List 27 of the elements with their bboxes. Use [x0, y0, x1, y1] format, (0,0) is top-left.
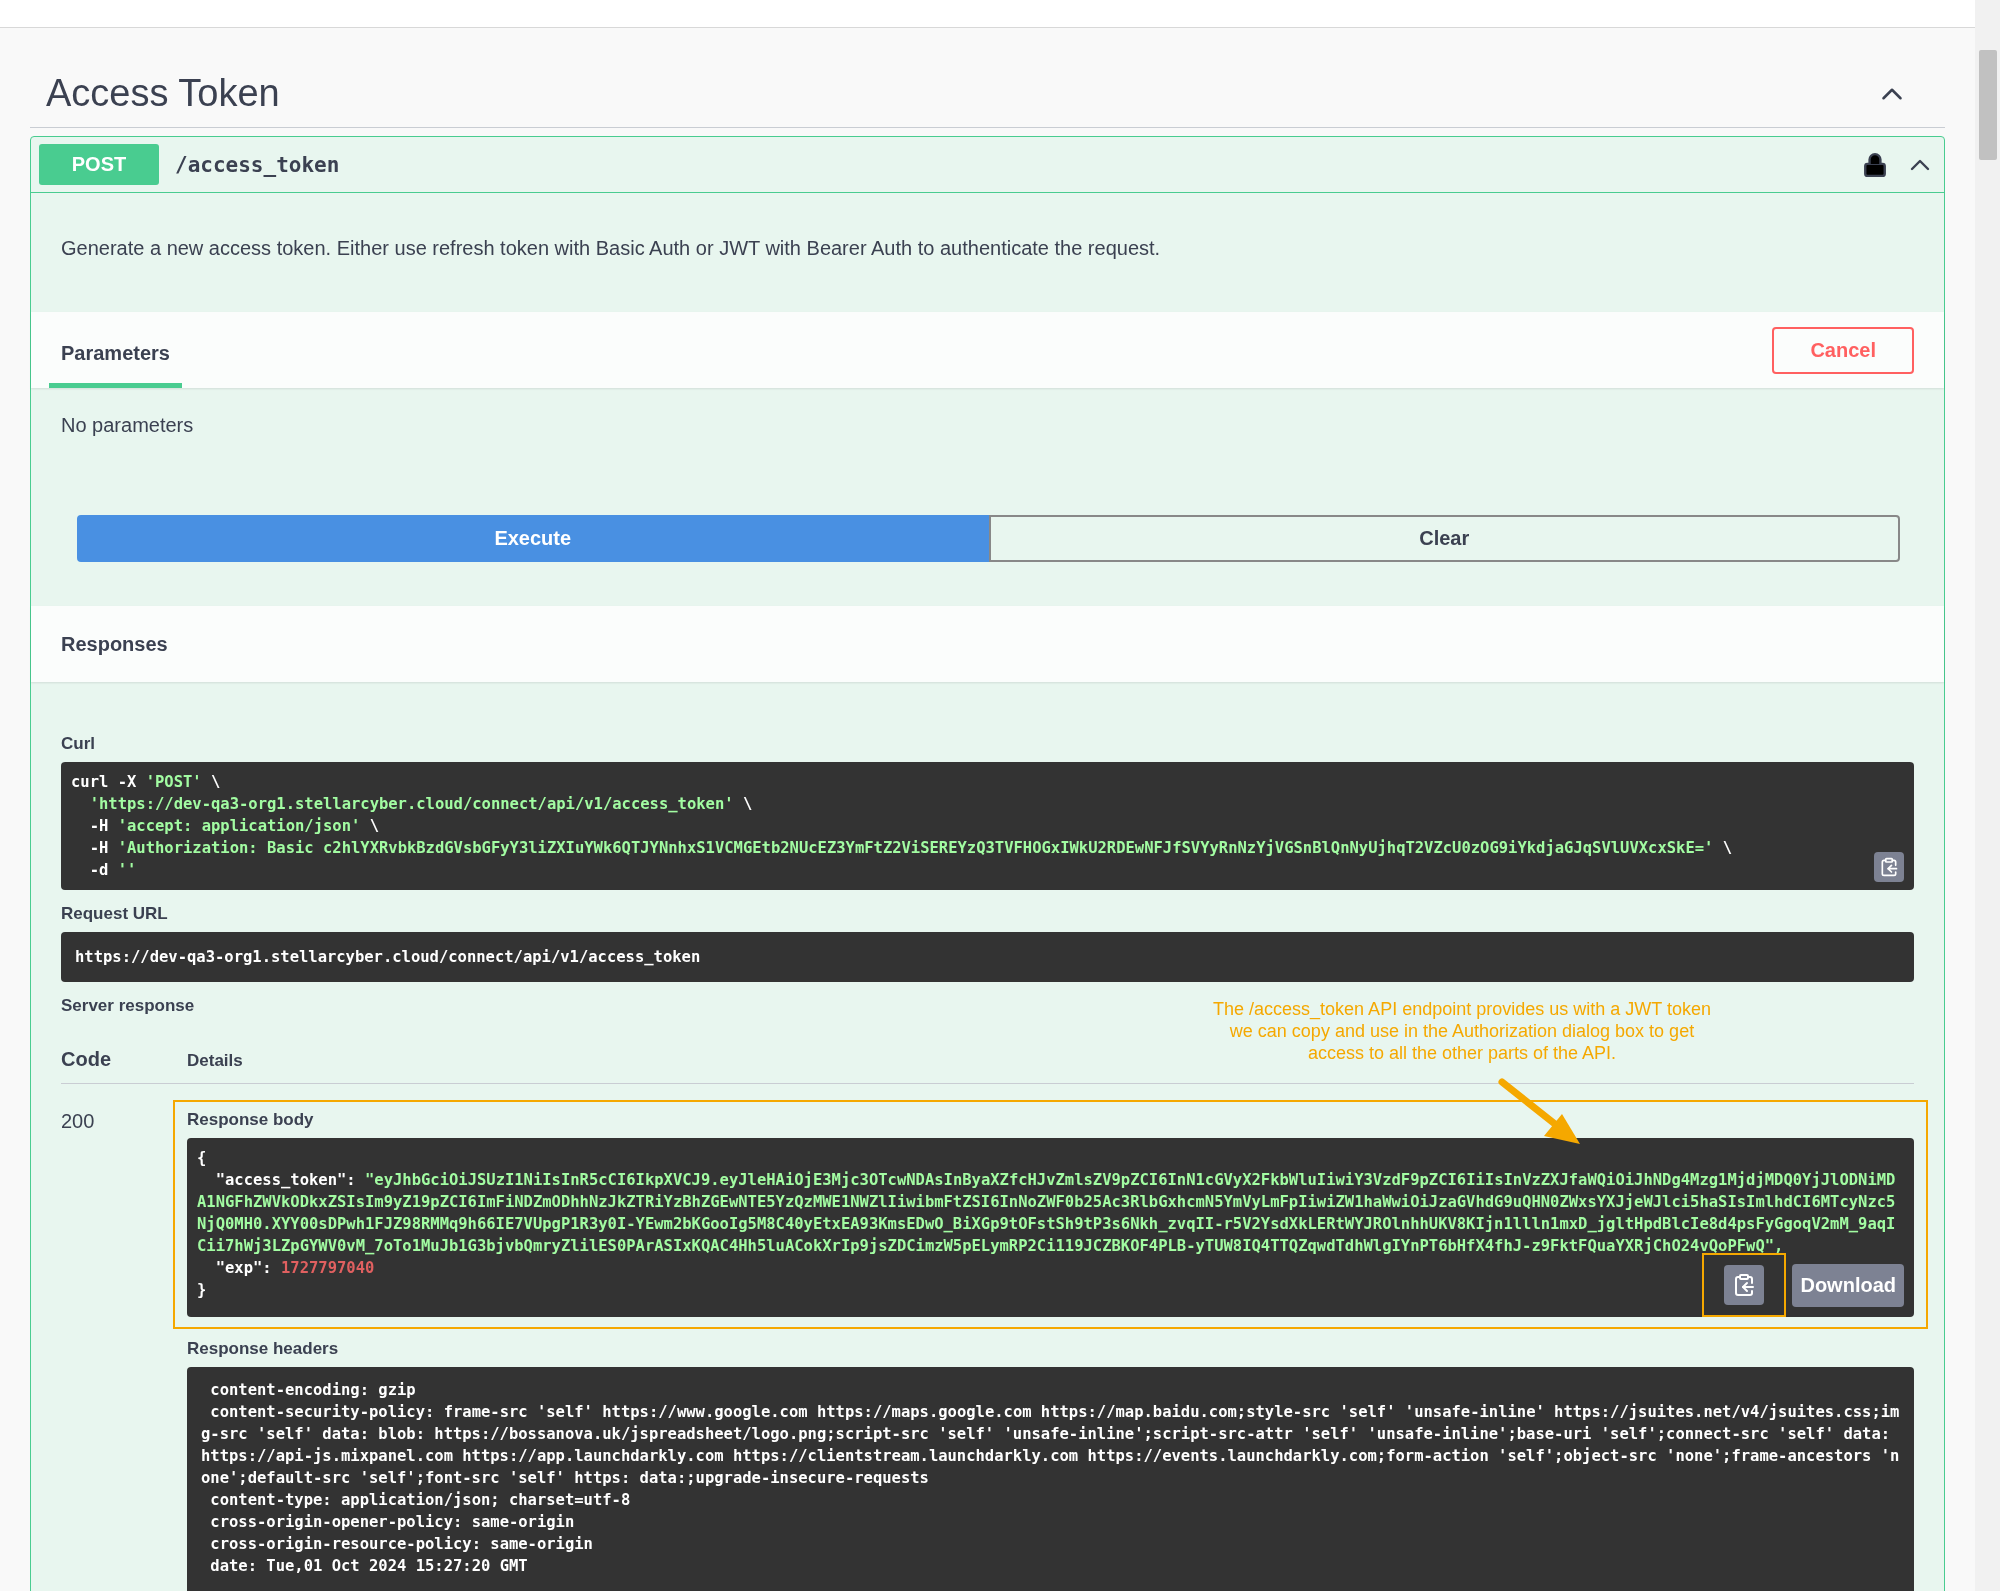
- parameters-tab[interactable]: Parameters: [49, 320, 182, 388]
- annotation-text: The /access_token API endpoint provides us with a JWT token we can copy and use in the Authorization dialog box to get access to all the other parts of the API.: [1212, 998, 1712, 1064]
- download-button[interactable]: Download: [1792, 1263, 1904, 1307]
- response-headers-label: Response headers: [187, 1338, 339, 1360]
- status-code: 200: [61, 1109, 96, 1134]
- scrollbar[interactable]: [1975, 0, 2000, 1591]
- clear-button[interactable]: Clear: [988, 515, 1900, 562]
- column-header: Details: [187, 1051, 243, 1071]
- request-url-label: Request URL: [61, 903, 168, 925]
- operation-description: Generate a new access token. Either use refresh token with Basic Auth or JWT with Bearer Auth to authenticate the request.: [60, 236, 1162, 261]
- method-badge: POST: [39, 144, 159, 185]
- section-title: Access Token: [46, 72, 280, 115]
- copy-button[interactable]: [1724, 1265, 1765, 1305]
- clipboard-icon: [1879, 857, 1899, 877]
- server-response-label: Server response: [61, 995, 195, 1017]
- curl-code-block: curl -X 'POST' \ 'https://dev-qa3-org1.stellarcyber.cloud/connect/api/v1/access_token' \ -H 'accept: application/json' \ -H 'Authorization: Basic c2hlYXRvbkBzdGVsbGFyY3liZXIuYWk6QTJYNnhxS1VCMGEtb2NUcEZ3YmFtZ2ViSEREYzQ3TVFHOGxIWkU2RDEwNFJfSVYyRnNzYjVGSnBlQnNyUjhqT2VZcU0zOG9iYkdjaGJqSVlUVXcxSkE=' \ -d '': [61, 762, 1914, 890]
- curl-label: Curl: [61, 733, 95, 755]
- request-url-block: https://dev-qa3-org1.stellarcyber.cloud/connect/api/v1/access_token: [61, 932, 1914, 982]
- response-body-block: { "access_token": "eyJhbGciOiJSUzI1NiIsInR5cCI6IkpXVCJ9.eyJleHAiOjE3Mjc3OTcwNDAsInByaXZfcHJvZmlsZV9pZCI6InN1cGVyX2FkbWluIiwiY3VzdF9pZCI6IiIsInVzZXJfaWQiOiJhNDg4Mzg1MjdjMDQ0YjJlODNiMDA1NGFhZWVkODkxZSIsIm9yZ19pZCI6ImFiNDZmODhhNzJkZTRiYzBhZGEwNTE5YzQzMWE1NWZlIiwibmFtZSI6InNoZWF0b25Ac3RlbGxhcmN5YmVyLmFpIiwiZW1haWwiOiJzaGVhdG9uQHN0ZWxsYXJjeWJlci5haSIsImlhdCI6MTcyNzc5NjQ0MH0.XYY00sDPwh1FJZ98RMMq9h66IE7VUpgP1R3y0I-YEwm2bKGooIg5M8C40yEtxEA93KmsEDwO_BiXGp9tOFstSh9tP3s6Nkh_zvqII-r5V2YsdXkLERtWYJROlnhhUKV8KIjn1llln1mxD_jgltHpdBlcIe8d4psFyGgoqV2mM_9aqICii7hWj3LZpGYWV0vM_7oTo1MuJb1G3bjvbQmryZlilES0PArASIxKQAC4Hh5luACokXrIp9jsZDCimzW5pELymRP2Ci119JCZBKOF4PLB-yTUW8IQ4TTQZqwdTdhWlgIYnPT6bHfX4fhJ-z9FktFQuaYXRjChO24vQoPFwQ", "exp": 1727797040 } Download: [187, 1138, 1914, 1317]
- response-headers-block: content-encoding: gzip content-security-policy: frame-src 'self' https://www.google.com https://maps.google.com https://map.baidu.com;style-src 'self' 'unsafe-inline' https://jsuites.net/v4/jsuites.css;img-src 'self' data: blob: https://bossanova.uk/jspreadsheet/logo.png;script-src 'self' 'unsafe-inline';script-src-attr 'self' 'unsafe-inline';base-uri 'self';connect-src 'self' data: https://api-js.mixpanel.com https://app.launchdarkly.com https://clientstream.launchdarkly.com https://events.launchdarkly.com;form-action 'self';object-src 'none';frame-ancestors 'none';default-src 'self';font-src 'self' https: data:;upgrade-insecure-requests content-type: application/json; charset=utf-8 cross-origin-opener-policy: same-origin cross-origin-resource-policy: same-origin date: Tue,01 Oct 2024 15:27:20 GMT: [187, 1367, 1914, 1591]
- lock-icon[interactable]: [1862, 151, 1888, 178]
- no-parameters-text: No parameters: [60, 413, 195, 438]
- column-header: Code: [61, 1048, 112, 1071]
- clipboard-icon: [1732, 1273, 1757, 1297]
- response-body-label: Response body: [187, 1109, 314, 1131]
- responses-heading: Responses: [61, 632, 168, 656]
- endpoint-path[interactable]: /access_token: [175, 152, 1846, 177]
